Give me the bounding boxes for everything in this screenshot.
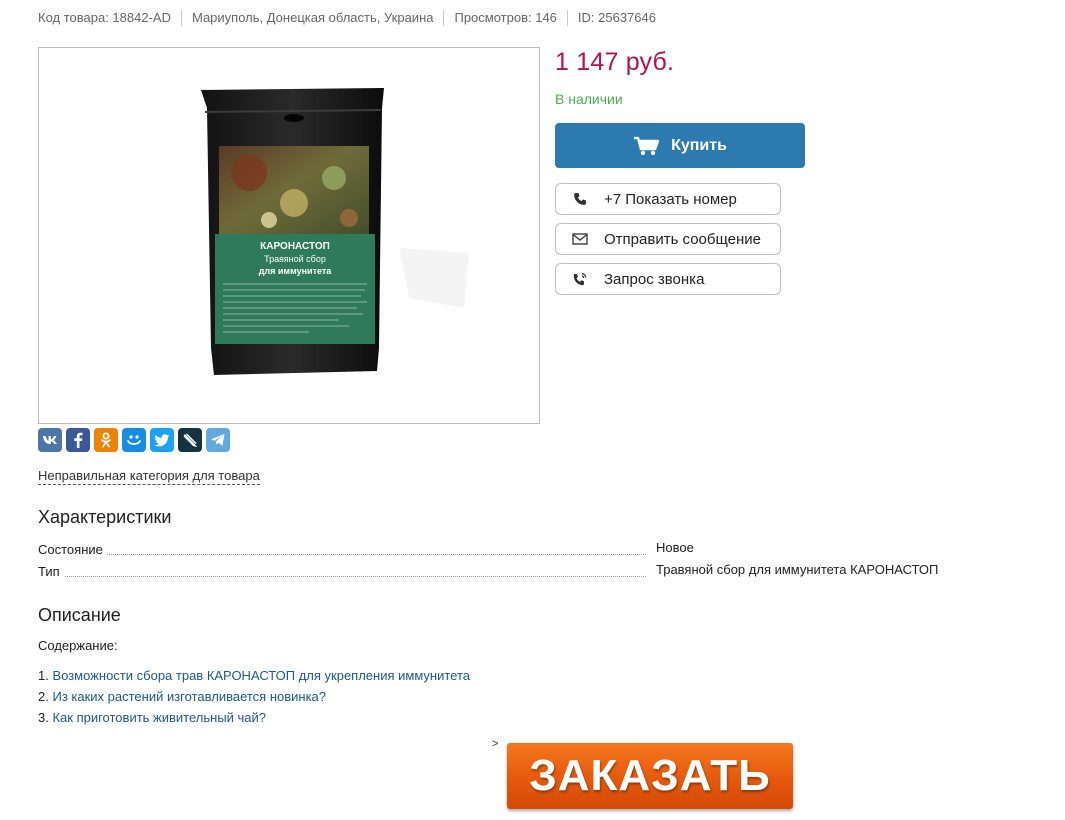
- request-call-label: Запрос звонка: [604, 270, 705, 288]
- livejournal-icon[interactable]: [178, 428, 202, 452]
- gt-mark: >: [492, 738, 499, 750]
- vk-icon[interactable]: [38, 428, 62, 452]
- characteristic-row: Тип Травяной сбор для иммунитета КАРОНАС…: [38, 562, 1038, 580]
- cart-icon: [634, 136, 660, 155]
- moimir-icon[interactable]: [122, 428, 146, 452]
- svg-text:Травяной сбор: Травяной сбор: [264, 254, 326, 264]
- facebook-icon[interactable]: [66, 428, 90, 452]
- view-count: Просмотров: 146: [443, 10, 566, 26]
- characteristic-row: Состояние Новое: [38, 540, 1038, 558]
- envelope-icon: [556, 233, 604, 245]
- product-code: Код товара: 18842-AD: [38, 10, 171, 25]
- twitter-icon[interactable]: [150, 428, 174, 452]
- show-phone-label: +7 Показать номер: [604, 190, 737, 208]
- listing-id: ID: 25637646: [566, 10, 666, 26]
- buy-button-label: Купить: [671, 136, 727, 154]
- odnoklassniki-icon[interactable]: [94, 428, 118, 452]
- price: 1 147 руб.: [555, 48, 675, 76]
- svg-text:для иммунитета: для иммунитета: [259, 266, 333, 276]
- characteristics-title: Характеристики: [38, 507, 172, 527]
- toc-item: 2. Из каких растений изготавливается нов…: [38, 689, 326, 704]
- request-call-button[interactable]: Запрос звонка: [555, 263, 781, 295]
- buy-button[interactable]: Купить: [555, 123, 805, 168]
- characteristic-label: Тип: [38, 564, 64, 579]
- description-title: Описание: [38, 605, 121, 625]
- dotted-leader: [38, 554, 646, 555]
- dotted-leader: [38, 576, 646, 577]
- toc-item: 3. Как приготовить живительный чай?: [38, 710, 266, 725]
- toc-link[interactable]: Из каких растений изготавливается новинк…: [52, 689, 326, 704]
- send-message-label: Отправить сообщение: [604, 230, 762, 248]
- toc-item: 1. Возможности сбора трав КАРОНАСТОП для…: [38, 668, 470, 683]
- toc-label: Содержание:: [38, 638, 118, 653]
- characteristic-value: Травяной сбор для иммунитета КАРОНАСТОП: [656, 562, 939, 577]
- wrong-category-link[interactable]: Неправильная категория для товара: [38, 468, 260, 485]
- meta-bar: Код товара: 18842-AD Мариуполь, Донецкая…: [38, 9, 666, 27]
- toc-number: 2.: [38, 689, 49, 704]
- telegram-icon[interactable]: [206, 428, 230, 452]
- toc-link[interactable]: Возможности сбора трав КАРОНАСТОП для ук…: [52, 668, 470, 683]
- phone-ringing-icon: [556, 271, 604, 287]
- characteristic-value: Новое: [656, 540, 694, 555]
- order-button[interactable]: ЗАКАЗАТЬ: [507, 743, 793, 809]
- send-message-button[interactable]: Отправить сообщение: [555, 223, 781, 255]
- phone-icon: [556, 192, 604, 206]
- product-photo[interactable]: КАРОНАСТОП Травяной сбор для иммунитета: [38, 47, 540, 424]
- share-buttons: [38, 428, 230, 452]
- characteristic-label: Состояние: [38, 542, 107, 557]
- show-phone-button[interactable]: +7 Показать номер: [555, 183, 781, 215]
- toc-link[interactable]: Как приготовить живительный чай?: [52, 710, 266, 725]
- toc-number: 3.: [38, 710, 49, 725]
- availability-status: В наличии: [555, 91, 623, 107]
- product-location: Мариуполь, Донецкая область, Украина: [180, 10, 444, 26]
- svg-text:КАРОНАСТОП: КАРОНАСТОП: [260, 241, 330, 252]
- toc-number: 1.: [38, 668, 49, 683]
